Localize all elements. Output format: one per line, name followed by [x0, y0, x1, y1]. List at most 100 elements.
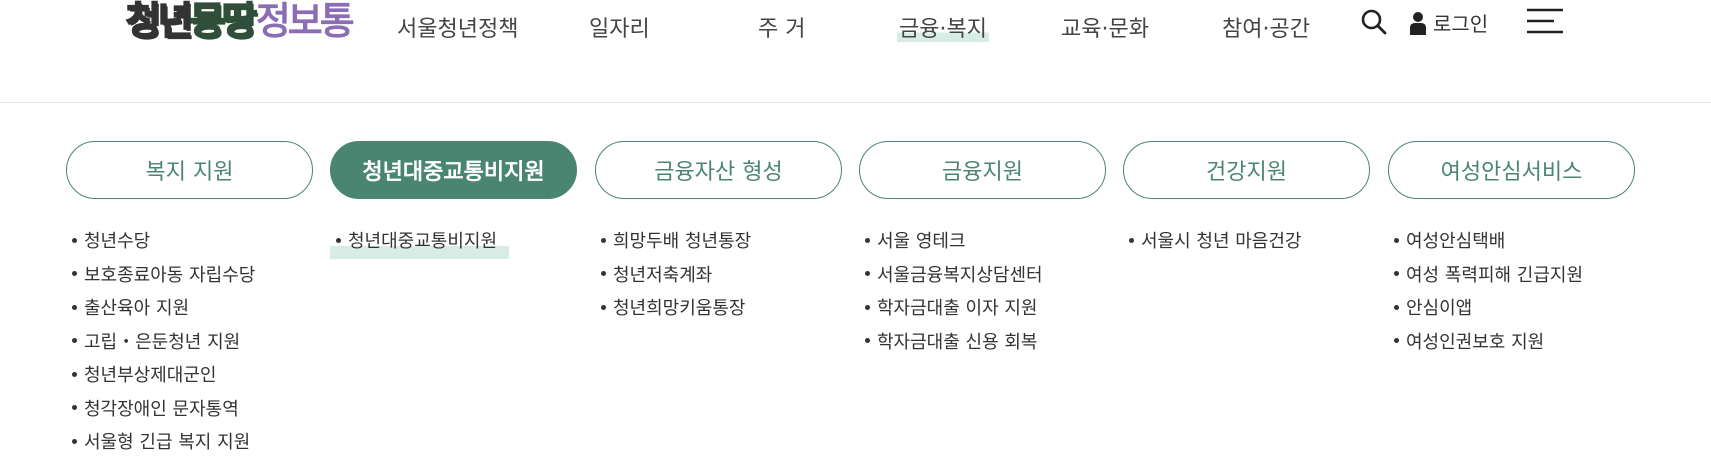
- nav-item-label: 일자리: [589, 17, 650, 42]
- bullet-icon: [1394, 237, 1399, 243]
- category-tab-women-safety[interactable]: 여성안심서비스: [1388, 141, 1635, 199]
- logo-text-part1: 청년: [125, 0, 194, 44]
- submenu-item[interactable]: 출산육아 지원: [72, 292, 255, 326]
- submenu-item[interactable]: 학자금대출 이자 지원: [865, 292, 1043, 326]
- nav-item-label: 주 거: [758, 17, 806, 42]
- category-tab-youth-transit-support[interactable]: 청년대중교통비지원: [330, 141, 577, 199]
- nav-item-seoul-youth-policy[interactable]: 서울청년정책: [397, 14, 518, 46]
- nav-item-label: 교육·문화: [1061, 17, 1149, 42]
- submenu-item-label: 서울 영테크: [877, 231, 966, 252]
- submenu-item[interactable]: 서울형 긴급 복지 지원: [72, 426, 255, 460]
- submenu-item[interactable]: 희망두배 청년통장: [601, 225, 751, 259]
- submenu-item-label: 출산육아 지원: [84, 298, 190, 319]
- submenu-item[interactable]: 청년수당: [72, 225, 255, 259]
- submenu-item[interactable]: 보호종료아동 자립수당: [72, 259, 255, 293]
- bullet-icon: [72, 405, 77, 410]
- submenu-item[interactable]: 학자금대출 신용 회복: [865, 326, 1043, 360]
- category-tab-label: 복지 지원: [145, 160, 234, 185]
- submenu-item[interactable]: 여성인권보호 지원: [1394, 326, 1583, 360]
- category-tab-label: 금융지원: [942, 160, 1023, 185]
- category-tab-label: 건강지원: [1206, 160, 1287, 185]
- submenu-item-label: 청년수당: [84, 231, 151, 252]
- submenu-list-women-safety: 여성안심택배 여성 폭력피해 긴급지원 안심이앱 여성인권보호 지원: [1394, 225, 1583, 359]
- nav-item-participation-space[interactable]: 참여·공간: [1222, 14, 1310, 46]
- bullet-icon: [72, 438, 77, 444]
- submenu-list-youth-transit-support: 청년대중교통비지원: [330, 225, 510, 259]
- category-tab-label: 여성안심서비스: [1440, 160, 1583, 185]
- hamburger-menu-icon: [1527, 8, 1563, 34]
- submenu-item[interactable]: 안심이앱: [1394, 292, 1583, 326]
- bullet-icon: [601, 271, 606, 276]
- submenu-item[interactable]: 청년저축계좌: [601, 259, 751, 293]
- nav-item-label: 서울청년정책: [397, 17, 519, 42]
- bullet-icon: [865, 304, 870, 310]
- site-logo[interactable]: 청년 몽땅 정보통: [125, 0, 355, 46]
- bullet-icon: [1394, 304, 1399, 310]
- category-tab-financial-support[interactable]: 금융지원: [859, 141, 1106, 199]
- bullet-icon: [72, 237, 77, 243]
- site-header: 청년 몽땅 정보통 서울청년정책 일자리 주 거 금융·복지 교육·문화 참여·…: [0, 0, 1711, 103]
- login-label: 로그인: [1433, 12, 1489, 36]
- bullet-icon: [72, 338, 77, 343]
- nav-item-label: 참여·공간: [1222, 17, 1310, 42]
- submenu-item[interactable]: 고립・은둔청년 지원: [72, 326, 255, 360]
- bullet-icon: [865, 237, 870, 243]
- submenu-item[interactable]: 청년대중교통비지원: [330, 225, 510, 259]
- submenu-item-label: 서울금융복지상담센터: [877, 264, 1043, 286]
- submenu-item-label: 청년부상제대군인: [84, 365, 217, 386]
- nav-item-housing[interactable]: 주 거: [758, 14, 805, 46]
- search-button[interactable]: [1360, 8, 1388, 36]
- submenu-item-label: 여성안심택배: [1406, 231, 1506, 252]
- submenu-list-asset-building: 희망두배 청년통장 청년저축계좌 청년희망키움통장: [601, 225, 751, 326]
- bullet-icon: [865, 271, 870, 276]
- user-icon: [1410, 11, 1426, 35]
- nav-item-finance-welfare[interactable]: 금융·복지: [897, 14, 989, 46]
- bullet-icon: [601, 304, 606, 310]
- submenu-item[interactable]: 청년부상제대군인: [72, 359, 255, 393]
- submenu-item[interactable]: 청년희망키움통장: [601, 292, 751, 326]
- bullet-icon: [865, 338, 870, 343]
- submenu-item[interactable]: 서울금융복지상담센터: [865, 259, 1043, 293]
- submenu-list-health-support: 서울시 청년 마음건강: [1129, 225, 1301, 259]
- category-tab-asset-building[interactable]: 금융자산 형성: [595, 141, 842, 199]
- logo-text-part3: 정보통: [255, 0, 355, 43]
- category-tab-health-support[interactable]: 건강지원: [1123, 141, 1370, 199]
- nav-item-jobs[interactable]: 일자리: [589, 14, 650, 46]
- bullet-icon: [601, 237, 606, 243]
- submenu-item[interactable]: 여성 폭력피해 긴급지원: [1394, 259, 1583, 293]
- submenu-item-label: 서울시 청년 마음건강: [1141, 231, 1302, 252]
- category-tab-label: 금융자산 형성: [654, 160, 783, 185]
- submenu-item-label: 보호종료아동 자립수당: [84, 264, 256, 286]
- nav-item-education-culture[interactable]: 교육·문화: [1061, 14, 1149, 46]
- submenu-item[interactable]: 청각장애인 문자통역: [72, 393, 255, 427]
- submenu-item-label: 여성인권보호 지원: [1406, 331, 1545, 353]
- submenu-item-label: 안심이앱: [1406, 298, 1473, 319]
- login-button[interactable]: 로그인: [1409, 8, 1488, 37]
- bullet-icon: [72, 371, 77, 377]
- category-tab-label: 청년대중교통비지원: [362, 160, 545, 185]
- submenu-item-label: 청년대중교통비지원: [348, 231, 498, 252]
- submenu-item-label: 여성 폭력피해 긴급지원: [1406, 264, 1584, 286]
- submenu-item[interactable]: 서울 영테크: [865, 225, 1043, 259]
- submenu-item[interactable]: 여성안심택배: [1394, 225, 1583, 259]
- submenu-item[interactable]: 서울시 청년 마음건강: [1129, 225, 1301, 259]
- bullet-icon: [1394, 271, 1399, 276]
- bullet-icon: [336, 237, 341, 243]
- submenu-list-welfare-support: 청년수당 보호종료아동 자립수당 출산육아 지원 고립・은둔청년 지원 청년부상…: [72, 225, 255, 460]
- submenu-item-label: 청년저축계좌: [613, 264, 713, 286]
- submenu-item-label: 고립・은둔청년 지원: [84, 331, 241, 353]
- submenu-item-label: 희망두배 청년통장: [613, 231, 752, 252]
- bullet-icon: [72, 304, 77, 310]
- nav-item-label: 금융·복지: [897, 17, 989, 42]
- bullet-icon: [1129, 237, 1134, 243]
- search-icon: [1361, 9, 1387, 35]
- category-tab-welfare-support[interactable]: 복지 지원: [66, 141, 313, 199]
- submenu-item-label: 청각장애인 문자통역: [84, 398, 239, 420]
- submenu-list-financial-support: 서울 영테크 서울금융복지상담센터 학자금대출 이자 지원 학자금대출 신용 회…: [865, 225, 1043, 359]
- bullet-icon: [72, 271, 77, 276]
- submenu-item-label: 서울형 긴급 복지 지원: [84, 432, 251, 453]
- menu-button[interactable]: [1527, 8, 1563, 34]
- submenu-item-label: 학자금대출 신용 회복: [877, 331, 1038, 353]
- bullet-icon: [1394, 338, 1399, 343]
- submenu-item-label: 청년희망키움통장: [613, 298, 746, 319]
